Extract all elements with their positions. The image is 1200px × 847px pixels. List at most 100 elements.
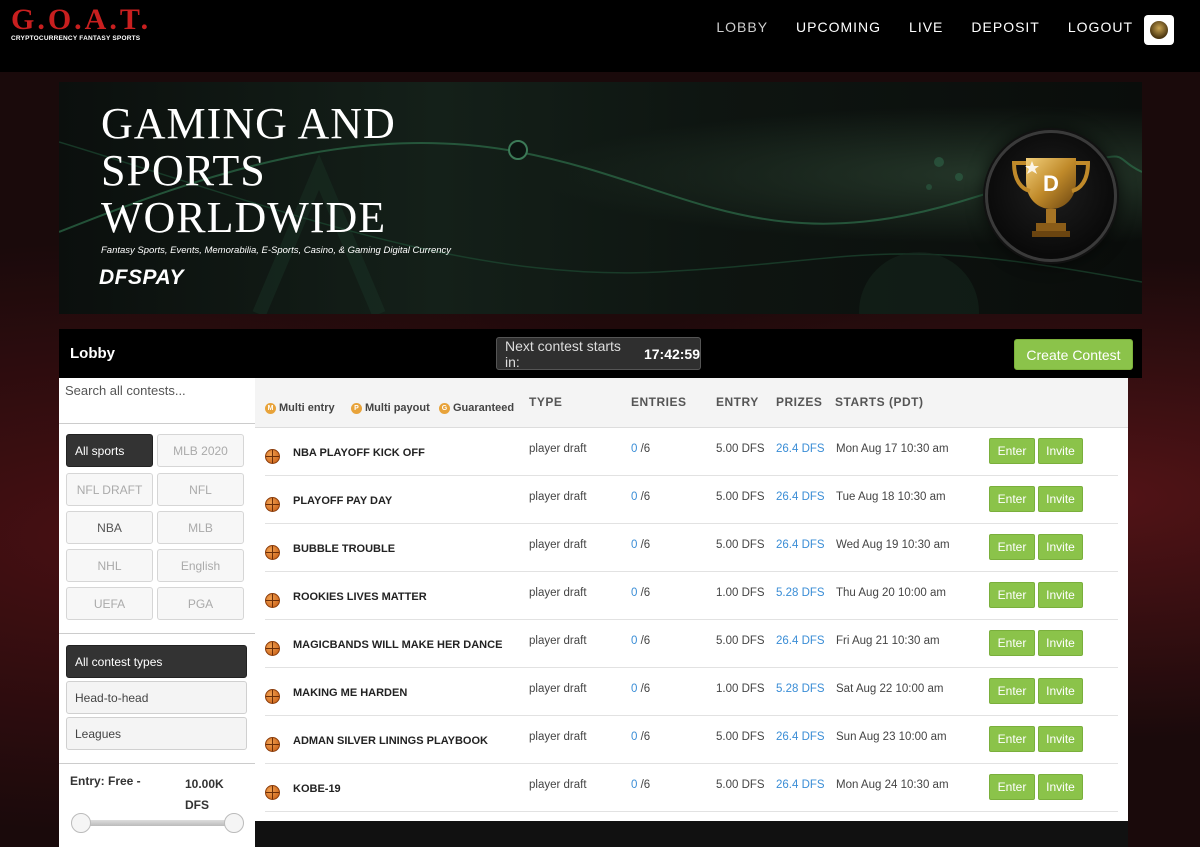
contest-entry-fee: 1.00 DFS (716, 683, 765, 695)
contest-entry-fee: 5.00 DFS (716, 539, 765, 551)
entries-count-link[interactable]: 0 (631, 539, 637, 551)
entries-count-link[interactable]: 0 (631, 683, 637, 695)
entries-count-link[interactable]: 0 (631, 779, 637, 791)
column-header-prizes[interactable]: PRIZES (776, 395, 822, 409)
sport-filter-nfl[interactable]: NFL (157, 473, 244, 506)
column-header-entry[interactable]: ENTRY (716, 395, 759, 409)
create-contest-button[interactable]: Create Contest (1014, 339, 1133, 370)
contest-name[interactable]: MAGICBANDS WILL MAKE HER DANCE (293, 639, 502, 651)
table-row[interactable]: PLAYOFF PAY DAY player draft 0 /6 5.00 DFS 2… (265, 476, 1118, 524)
column-header-starts[interactable]: STARTS (PDT) (835, 395, 923, 409)
countdown-label: Next contest starts in: (505, 337, 621, 370)
contest-type: player draft (529, 443, 587, 455)
table-row[interactable]: ADMAN SILVER LININGS PLAYBOOK player draf… (265, 716, 1118, 764)
divider (59, 763, 255, 764)
contest-prize-link[interactable]: 26.4 DFS (776, 491, 825, 503)
contest-name[interactable]: MAKING ME HARDEN (293, 687, 407, 699)
table-row[interactable]: BUBBLE TROUBLE player draft 0 /6 5.00 DFS 26… (265, 524, 1118, 572)
table-row[interactable]: ROOKIES LIVES MATTER player draft 0 /6 1.00… (265, 572, 1118, 620)
sport-filter-nba[interactable]: NBA (66, 511, 153, 544)
table-row[interactable]: MAKING ME HARDEN player draft 0 /6 1.00 DFS… (265, 668, 1118, 716)
contest-entries: 0 /6 (631, 443, 650, 455)
sport-filter-mlb[interactable]: MLB (157, 511, 244, 544)
sport-filter-nfl-draft[interactable]: NFL DRAFT (66, 473, 153, 506)
enter-button[interactable]: Enter (989, 630, 1035, 656)
enter-button[interactable]: Enter (989, 678, 1035, 704)
table-row[interactable]: MAGICBANDS WILL MAKE HER DANCE player dra… (265, 620, 1118, 668)
invite-button[interactable]: Invite (1038, 582, 1083, 608)
sport-filter-pga[interactable]: PGA (157, 587, 244, 620)
contest-prize-link[interactable]: 26.4 DFS (776, 779, 825, 791)
sport-filter-english[interactable]: English (157, 549, 244, 582)
invite-button[interactable]: Invite (1038, 438, 1083, 464)
contest-type-head-to-head[interactable]: Head-to-head (66, 681, 247, 714)
contest-name[interactable]: PLAYOFF PAY DAY (293, 495, 392, 507)
contest-type: player draft (529, 587, 587, 599)
lobby-toolbar: Lobby Next contest starts in: 17:42:59 C… (59, 329, 1142, 378)
enter-button[interactable]: Enter (989, 582, 1035, 608)
entry-range-slider[interactable] (76, 820, 238, 826)
contest-prize-link[interactable]: 26.4 DFS (776, 539, 825, 551)
contest-type: player draft (529, 491, 587, 503)
entries-count-link[interactable]: 0 (631, 491, 637, 503)
logo-tagline: CRYPTOCURRENCY FANTASY SPORTS (11, 35, 141, 42)
search-input[interactable]: Search all contests... (65, 383, 186, 398)
table-row[interactable]: KOBE-19 player draft 0 /6 5.00 DFS 26.4 DFS M… (265, 764, 1118, 812)
contest-start-time: Thu Aug 20 10:00 am (836, 587, 946, 599)
table-row[interactable]: NBA PLAYOFF KICK OFF player draft 0 /6 5.00… (265, 428, 1118, 476)
entries-count-link[interactable]: 0 (631, 587, 637, 599)
nav-lobby[interactable]: LOBBY (716, 19, 768, 35)
invite-button[interactable]: Invite (1038, 486, 1083, 512)
invite-button[interactable]: Invite (1038, 774, 1083, 800)
sport-filter-mlb-2020[interactable]: MLB 2020 (157, 434, 244, 467)
invite-button[interactable]: Invite (1038, 726, 1083, 752)
contest-type-leagues[interactable]: Leagues (66, 717, 247, 750)
entries-count-link[interactable]: 0 (631, 731, 637, 743)
nav-deposit[interactable]: DEPOSIT (971, 19, 1039, 35)
column-header-entries[interactable]: ENTRIES (631, 395, 687, 409)
basketball-icon (265, 785, 280, 800)
enter-button[interactable]: Enter (989, 726, 1035, 752)
contest-prize-link[interactable]: 26.4 DFS (776, 731, 825, 743)
basketball-icon (265, 641, 280, 656)
contest-type-all[interactable]: All contest types (66, 645, 247, 678)
contest-name[interactable]: NBA PLAYOFF KICK OFF (293, 447, 425, 459)
contest-prize-link[interactable]: 5.28 DFS (776, 683, 825, 695)
contest-name[interactable]: ADMAN SILVER LININGS PLAYBOOK (293, 735, 488, 747)
dfspay-logo: DFSPAY (99, 266, 185, 289)
contest-prize-link[interactable]: 26.4 DFS (776, 635, 825, 647)
banner-title-line-1: GAMING AND (101, 99, 396, 148)
contest-name[interactable]: KOBE-19 (293, 783, 341, 795)
entries-count-link[interactable]: 0 (631, 443, 637, 455)
entries-count-link[interactable]: 0 (631, 635, 637, 647)
goat-logo[interactable]: G.O.A.T. CRYPTOCURRENCY FANTASY SPORTS (11, 5, 151, 43)
nav-upcoming[interactable]: UPCOMING (796, 19, 881, 35)
sport-filter-nhl[interactable]: NHL (66, 549, 153, 582)
entry-range-max: 10.00K DFS (185, 777, 224, 812)
enter-button[interactable]: Enter (989, 774, 1035, 800)
sport-filter-all[interactable]: All sports (66, 434, 153, 467)
contest-start-time: Fri Aug 21 10:30 am (836, 635, 940, 647)
table-footer (255, 821, 1128, 847)
nav-live[interactable]: LIVE (909, 19, 943, 35)
basketball-icon (265, 689, 280, 704)
contest-prize-link[interactable]: 5.28 DFS (776, 587, 825, 599)
sport-filter-uefa[interactable]: UEFA (66, 587, 153, 620)
contest-prize-link[interactable]: 26.4 DFS (776, 443, 825, 455)
contest-name[interactable]: ROOKIES LIVES MATTER (293, 591, 427, 603)
slider-min-handle[interactable] (71, 813, 91, 833)
invite-button[interactable]: Invite (1038, 630, 1083, 656)
entries-max: /6 (640, 731, 651, 743)
user-avatar[interactable] (1144, 15, 1174, 45)
enter-button[interactable]: Enter (989, 534, 1035, 560)
enter-button[interactable]: Enter (989, 438, 1035, 464)
invite-button[interactable]: Invite (1038, 534, 1083, 560)
contest-entry-fee: 5.00 DFS (716, 635, 765, 647)
enter-button[interactable]: Enter (989, 486, 1035, 512)
slider-max-handle[interactable] (224, 813, 244, 833)
lobby-title: Lobby (70, 345, 115, 362)
contest-name[interactable]: BUBBLE TROUBLE (293, 543, 395, 555)
column-header-type[interactable]: TYPE (529, 395, 562, 409)
invite-button[interactable]: Invite (1038, 678, 1083, 704)
nav-logout[interactable]: LOGOUT (1068, 19, 1133, 35)
